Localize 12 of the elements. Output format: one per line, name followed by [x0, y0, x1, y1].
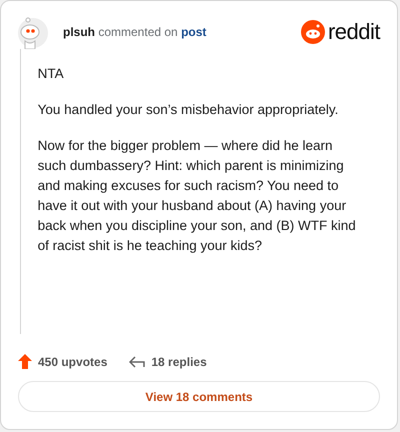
- comment-paragraph: You handled your son’s misbehavior appropriately.: [38, 101, 340, 119]
- upvote-icon[interactable]: [18, 354, 32, 369]
- comment-paragraph: NTA: [38, 65, 65, 83]
- comment-paragraph: Now for the bigger problem — where did he learn such dumbassery? Hint: which parent is minimizing and making excuses for such racism? You need to have it out with your husband about (A) having your back when you discipline your son, and (B) WTF kind of racist shit is he teaching your kids?: [38, 137, 357, 255]
- brand-name: reddit: [328, 19, 380, 45]
- comment-meta: plsuh commented on post: [63, 25, 206, 39]
- upvote-count: 450 upvotes: [38, 354, 108, 368]
- alien-logo-icon: [300, 20, 325, 44]
- view-comments-button[interactable]: View 18 comments: [18, 381, 380, 412]
- avatar-icon: [18, 15, 49, 49]
- reply-icon[interactable]: [129, 356, 146, 368]
- reply-count: 18 replies: [151, 354, 207, 368]
